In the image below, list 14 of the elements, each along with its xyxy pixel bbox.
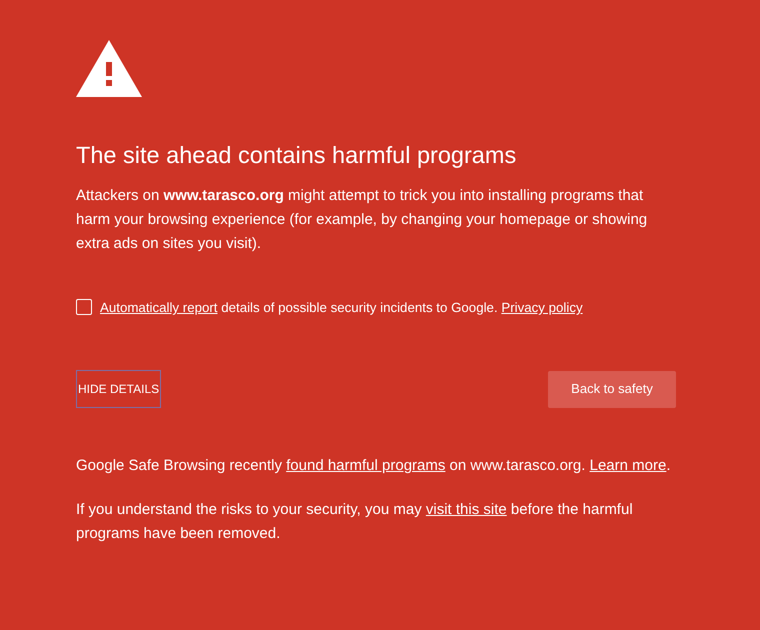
details-text: If you understand the risks to your security, you may visit this site before the harmful programs have been removed. <box>76 500 634 544</box>
back-to-safety-button[interactable]: Back to safety <box>548 370 676 408</box>
text-link[interactable]: found harmful programs <box>286 457 446 474</box>
warning-text: Attackers on www.tarasco.org might attempt to trick you into installing programs that harm your browsing experience (for example, by changing your homepage or showing extra ads on sites you visit). <box>76 186 648 254</box>
details-text: Google Safe Browsing recently found harmful programs on www.tarasco.org. Learn more. <box>76 456 672 476</box>
text-link[interactable]: Learn more <box>590 457 666 474</box>
warning-icon <box>76 40 142 98</box>
report-checkbox[interactable] <box>76 299 92 315</box>
page-heading: The site ahead contains harmful programs <box>76 141 518 170</box>
text-link[interactable]: Privacy policy <box>501 300 583 315</box>
report-text: Automatically report details of possible security incidents to Google. Privacy policy <box>100 299 583 317</box>
hide-details-button[interactable]: HIDE DETAILS <box>76 370 162 408</box>
text-link[interactable]: visit this site <box>426 501 507 518</box>
text-link[interactable]: Automatically report <box>100 300 218 315</box>
